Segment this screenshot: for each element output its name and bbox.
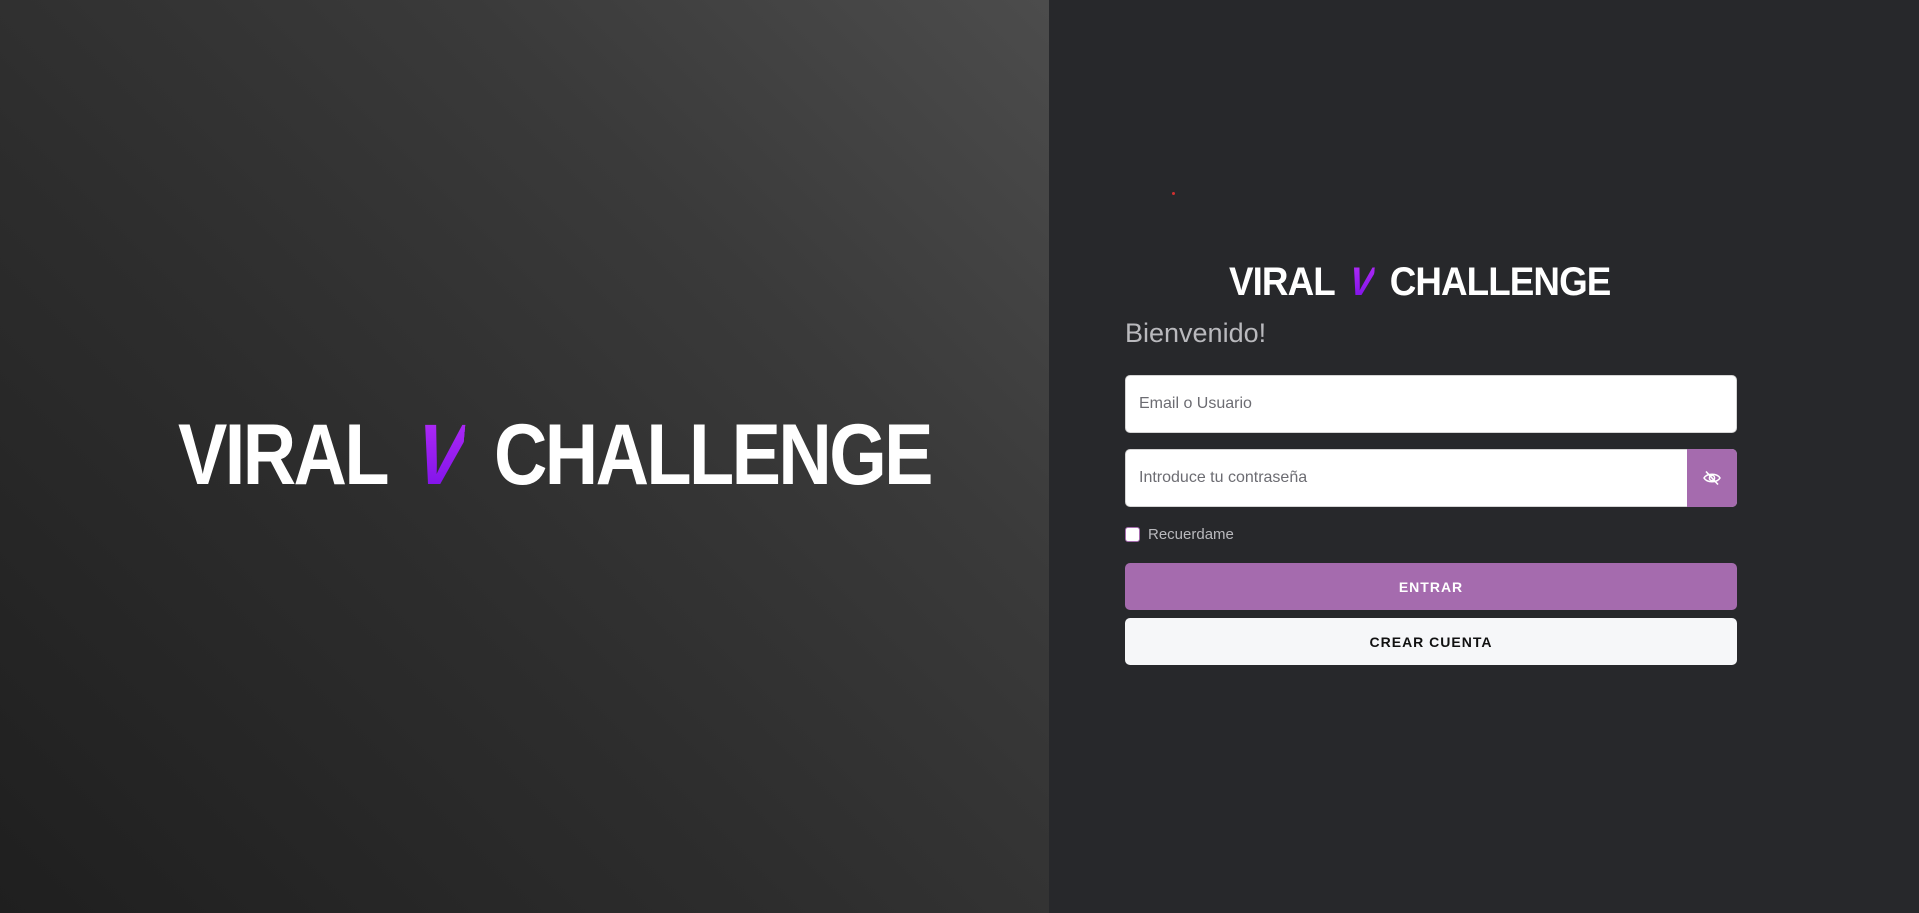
login-logo-word-challenge: CHALLENGE	[1389, 260, 1612, 304]
hero-logo-word-viral: VIRAL	[178, 407, 390, 503]
status-dot	[1172, 192, 1175, 195]
create-account-button[interactable]: CREAR CUENTA	[1125, 618, 1737, 665]
login-logo-v-mark: V	[1347, 260, 1376, 304]
login-logo-word-viral: VIRAL	[1229, 260, 1336, 304]
eye-slash-icon	[1703, 470, 1721, 486]
password-input[interactable]	[1126, 450, 1688, 506]
welcome-heading: Bienvenido!	[1125, 318, 1267, 348]
email-input[interactable]	[1126, 376, 1736, 432]
hero-logo: VIRAL V CHALLENGE	[178, 407, 934, 503]
remember-checkbox[interactable]	[1125, 527, 1140, 542]
email-field-wrapper	[1125, 375, 1737, 433]
login-page: VIRAL V CHALLENGE VIRAL V CHALLENGE Bien…	[0, 0, 1919, 913]
password-field-wrapper	[1125, 449, 1737, 507]
hero-panel: VIRAL V CHALLENGE	[0, 0, 1049, 913]
hero-logo-word-challenge: CHALLENGE	[493, 407, 934, 503]
remember-label: Recuerdame	[1148, 526, 1234, 543]
hero-logo-v-mark: V	[411, 407, 468, 503]
login-panel: VIRAL V CHALLENGE Bienvenido! Recuerdame…	[1049, 0, 1919, 913]
login-button[interactable]: ENTRAR	[1125, 563, 1737, 610]
toggle-password-button[interactable]	[1687, 449, 1737, 507]
remember-me[interactable]: Recuerdame	[1125, 526, 1234, 543]
login-logo: VIRAL V CHALLENGE	[1229, 260, 1612, 304]
